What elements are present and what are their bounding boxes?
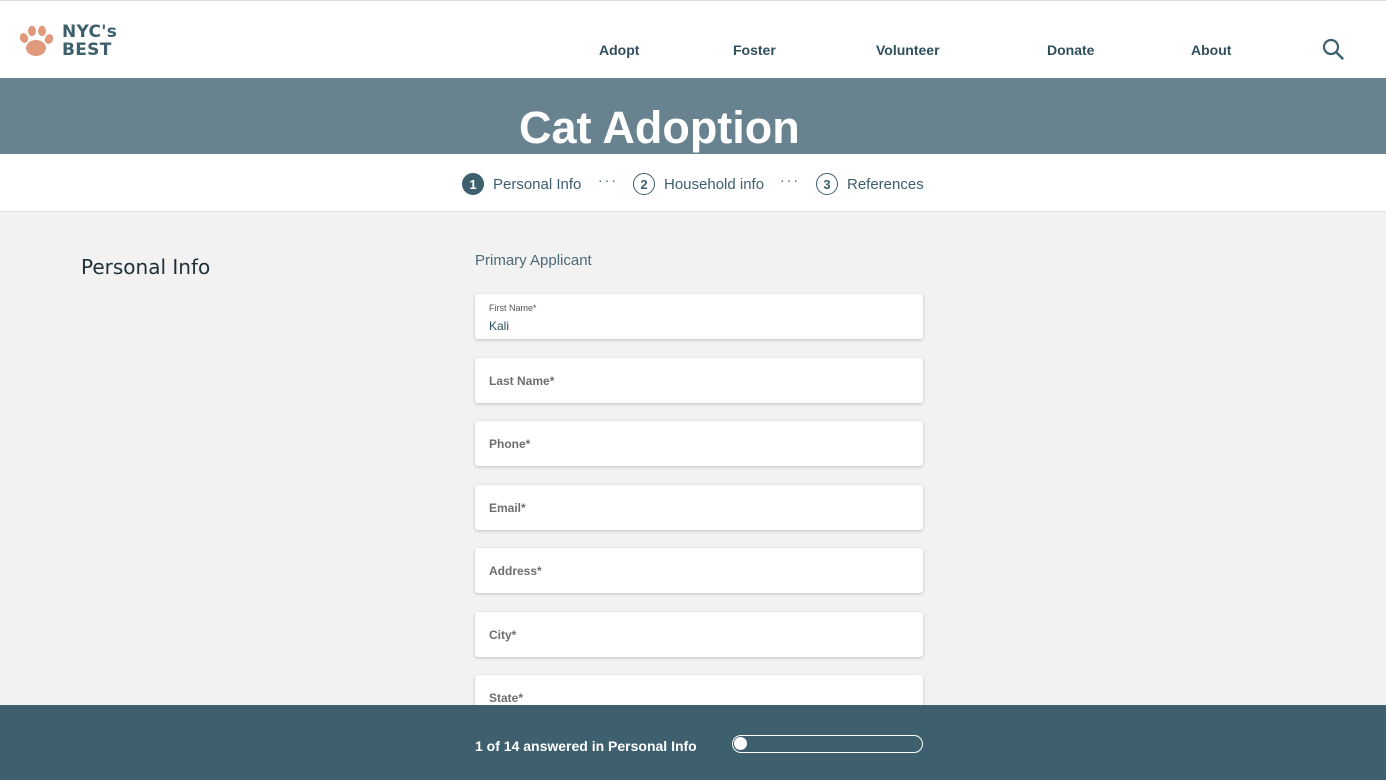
step-personal-info[interactable]: 1 Personal Info (462, 173, 581, 195)
field-placeholder: Phone* (489, 437, 531, 451)
page-banner: Cat Adoption (0, 78, 1386, 154)
step-label: Personal Info (493, 175, 582, 193)
nav-item-volunteer[interactable]: Volunteer (876, 42, 940, 58)
section-title: Personal Info (81, 255, 211, 279)
progress-status: 1 of 14 answered in Personal Info (475, 738, 697, 754)
phone-field[interactable]: Phone* (475, 421, 923, 466)
step-separator: ··· (780, 172, 800, 188)
paw-icon (19, 25, 54, 56)
logo-text: NYC's BEST (62, 23, 117, 59)
step-references[interactable]: 3 References (816, 173, 924, 195)
step-label: Household info (664, 175, 765, 193)
step-number: 1 (462, 173, 484, 195)
field-label: First Name* (489, 303, 537, 313)
field-placeholder: Last Name* (489, 374, 555, 388)
city-field[interactable]: City* (475, 612, 923, 657)
progress-fill (734, 737, 747, 750)
field-value: Kali (489, 319, 510, 333)
form-subtitle: Primary Applicant (475, 252, 592, 269)
field-placeholder: Address* (489, 564, 542, 578)
step-household-info[interactable]: 2 Household info (633, 173, 764, 195)
nav-item-about[interactable]: About (1191, 42, 1231, 58)
step-label: References (847, 175, 924, 193)
logo-line-2: BEST (62, 40, 112, 60)
address-field[interactable]: Address* (475, 548, 923, 593)
email-field[interactable]: Email* (475, 485, 923, 530)
field-placeholder: City* (489, 628, 517, 642)
logo[interactable]: NYC's BEST (16, 21, 117, 61)
logo-line-1: NYC's (62, 22, 118, 42)
nav-item-donate[interactable]: Donate (1047, 42, 1094, 58)
first-name-field[interactable]: First Name* Kali (475, 294, 923, 339)
progress-bar (732, 735, 923, 753)
page-title: Cat Adoption (519, 102, 800, 153)
nav-item-foster[interactable]: Foster (733, 42, 776, 58)
step-separator: ··· (598, 172, 618, 188)
field-placeholder: State* (489, 691, 524, 705)
step-number: 2 (633, 173, 655, 195)
step-number: 3 (816, 173, 838, 195)
progress-stepper: 1 Personal Info 2 Household info 3 Refer… (0, 154, 1386, 212)
site-header: NYC's BEST Adopt Foster Volunteer Donate… (0, 0, 1386, 78)
last-name-field[interactable]: Last Name* (475, 358, 923, 403)
field-placeholder: Email* (489, 501, 526, 515)
progress-footer: 1 of 14 answered in Personal Info (0, 705, 1386, 780)
search-icon[interactable] (1321, 37, 1345, 61)
nav-item-adopt[interactable]: Adopt (599, 42, 639, 58)
